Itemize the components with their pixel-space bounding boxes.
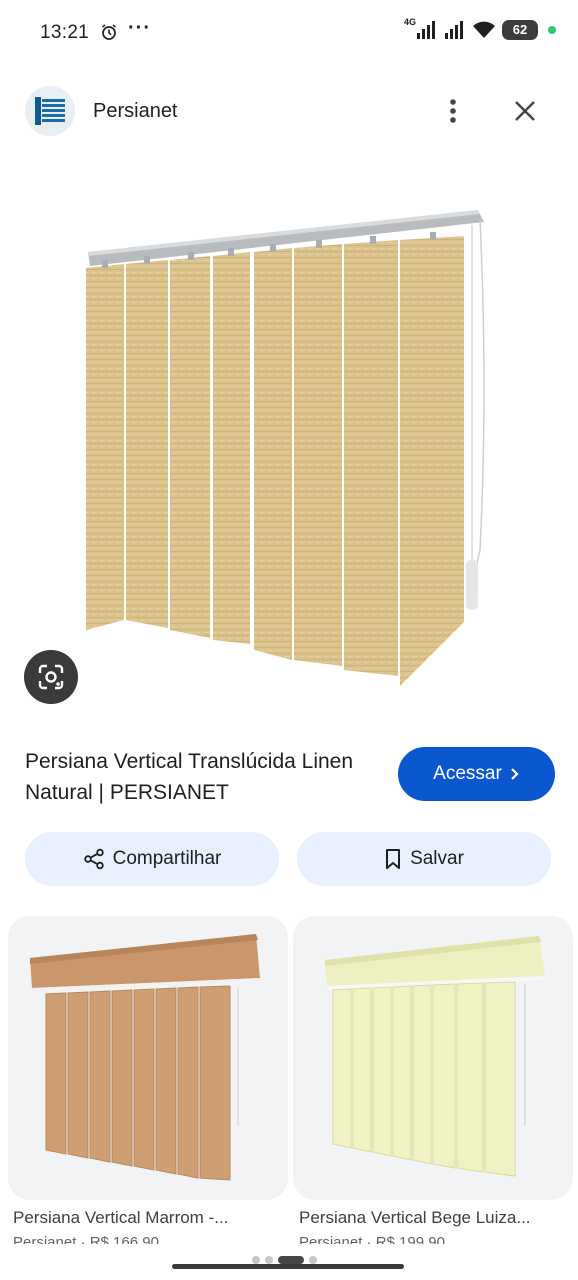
product-image[interactable] bbox=[60, 190, 520, 710]
signal-icon bbox=[417, 21, 435, 39]
related-subtitle: Persianet · R$ 166,90 bbox=[13, 1234, 159, 1244]
pagination-dot bbox=[265, 1256, 273, 1264]
related-caption[interactable]: Persiana Vertical Bege Luiza... bbox=[299, 1208, 571, 1228]
bookmark-icon bbox=[386, 849, 401, 869]
related-card-beige[interactable] bbox=[293, 916, 573, 1200]
share-button[interactable]: Compartilhar bbox=[25, 832, 279, 886]
more-vert-icon bbox=[450, 99, 456, 123]
more-notifications-icon: ··· bbox=[128, 17, 151, 39]
signal-icon bbox=[445, 21, 463, 39]
close-button[interactable] bbox=[506, 92, 544, 130]
share-icon bbox=[83, 848, 104, 870]
status-indicators: 4G 62 bbox=[403, 17, 556, 40]
wifi-icon bbox=[473, 21, 495, 38]
home-gesture-bar[interactable] bbox=[172, 1264, 404, 1269]
blinds-logo-icon bbox=[35, 97, 65, 125]
pagination-dot bbox=[309, 1256, 317, 1264]
beige-blinds-image bbox=[325, 936, 545, 1177]
brown-blinds-image bbox=[30, 934, 260, 1181]
chevron-right-icon bbox=[511, 768, 519, 780]
pagination-dots bbox=[252, 1256, 317, 1264]
blind-slats bbox=[86, 236, 464, 686]
visit-button-label: Acessar bbox=[433, 763, 502, 784]
related-subtitle: Persianet · R$ 199,90 bbox=[299, 1234, 445, 1244]
pagination-dot bbox=[252, 1256, 260, 1264]
alarm-icon bbox=[100, 23, 118, 46]
battery-indicator: 62 bbox=[502, 20, 538, 40]
product-title: Persiana Vertical Translúcida Linen Natu… bbox=[25, 750, 354, 804]
network-type: 4G bbox=[403, 17, 416, 27]
site-name[interactable]: Persianet bbox=[93, 100, 178, 123]
privacy-indicator-icon bbox=[548, 26, 556, 34]
visual-search-button[interactable] bbox=[24, 650, 78, 704]
save-button[interactable]: Salvar bbox=[297, 832, 551, 886]
close-icon bbox=[515, 101, 535, 121]
status-time: 13:21 bbox=[40, 22, 90, 43]
lens-icon bbox=[38, 664, 64, 690]
status-bar: 13:21 ··· 4G 62 bbox=[0, 0, 578, 70]
visit-button[interactable]: Acessar bbox=[398, 747, 555, 801]
source-header: Persianet bbox=[0, 82, 578, 142]
site-logo[interactable] bbox=[25, 86, 75, 136]
pagination-dot-active bbox=[278, 1256, 304, 1264]
related-card-brown[interactable] bbox=[8, 916, 288, 1200]
more-options-button[interactable] bbox=[436, 94, 470, 128]
related-caption[interactable]: Persiana Vertical Marrom -... bbox=[13, 1208, 285, 1228]
share-button-label: Compartilhar bbox=[112, 848, 222, 869]
save-button-label: Salvar bbox=[410, 848, 464, 869]
